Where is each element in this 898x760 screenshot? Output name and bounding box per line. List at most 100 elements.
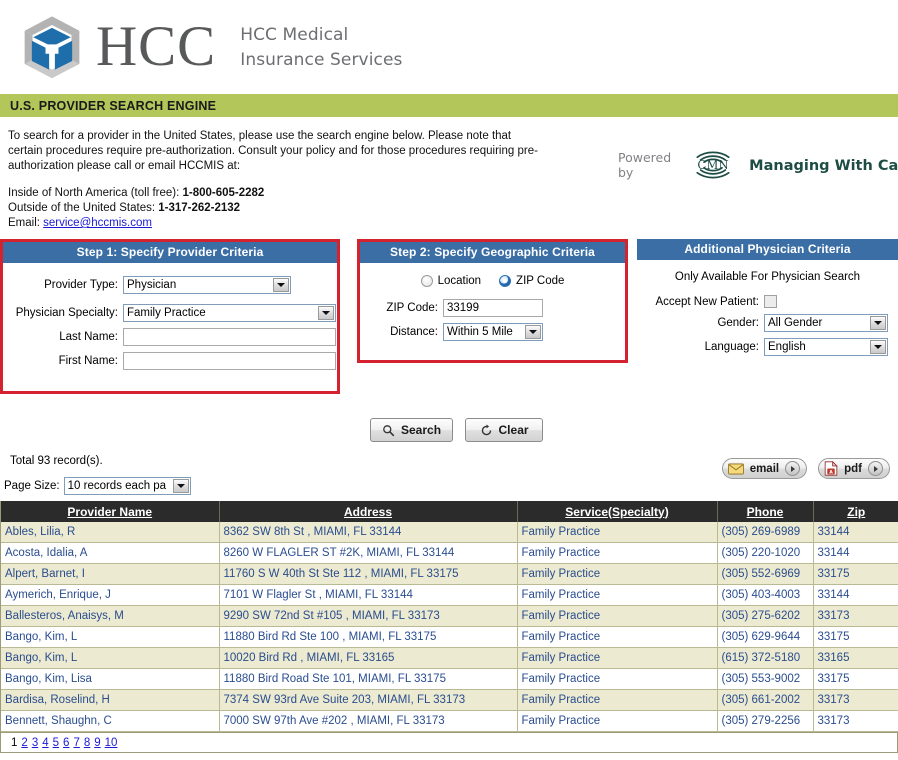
- page-link-5[interactable]: 5: [53, 737, 59, 749]
- additional-form: Accept New Patient: Gender: All Gender L…: [637, 283, 898, 356]
- cell-phone: (615) 372-5180: [717, 647, 814, 669]
- results-section: Total 93 record(s). email A pdf Page Siz…: [0, 455, 898, 753]
- cell-zip: 33175: [813, 563, 898, 585]
- column-header-zip[interactable]: Zip: [813, 501, 898, 522]
- table-row[interactable]: Bennett, Shaughn, C 7000 SW 97th Ave #202…: [1, 710, 898, 732]
- page-header: HCC HCC Medical Insurance Services: [0, 0, 898, 92]
- language-row: Language: English: [637, 338, 898, 356]
- table-row[interactable]: Ables, Lilia, R 8362 SW 8th St , MIAMI, F…: [1, 522, 898, 543]
- page-link-2[interactable]: 2: [21, 737, 27, 749]
- cell-service-specialty: Family Practice: [517, 605, 718, 627]
- accept-new-patient-row: Accept New Patient:: [637, 295, 898, 308]
- distance-value: Within 5 Mile: [447, 326, 513, 338]
- radio-zip-icon[interactable]: [499, 275, 512, 287]
- language-select[interactable]: English: [764, 338, 888, 356]
- chevron-down-icon[interactable]: [318, 306, 334, 320]
- gender-row: Gender: All Gender: [637, 314, 898, 332]
- page-link-9[interactable]: 9: [94, 737, 100, 749]
- radio-location-icon[interactable]: [420, 275, 433, 287]
- table-row[interactable]: Bango, Kim, L 10020 Bird Rd , MIAMI, FL 3…: [1, 647, 898, 669]
- cell-zip: 33144: [813, 542, 898, 564]
- chevron-down-icon[interactable]: [870, 340, 886, 354]
- table-row[interactable]: Bango, Kim, Lisa 11880 Bird Road Ste 101,…: [1, 668, 898, 690]
- page-size-select[interactable]: 10 records each pa: [63, 477, 191, 495]
- cell-provider-name[interactable]: Bardisa, Roselind, H: [1, 689, 220, 711]
- zip-input[interactable]: 33199: [443, 299, 543, 317]
- cell-provider-name[interactable]: Ballesteros, Anaisys, M: [1, 605, 220, 627]
- page-link-4[interactable]: 4: [42, 737, 48, 749]
- specialty-row: Physician Specialty: Family Practice: [3, 304, 337, 322]
- column-header-service-specialty[interactable]: Service(Specialty): [517, 501, 718, 522]
- accept-new-patient-label: Accept New Patient:: [655, 295, 759, 308]
- provider-type-label: Provider Type:: [44, 279, 118, 291]
- brand-subtitle-line1: HCC Medical: [240, 25, 349, 46]
- powered-by-label: Powered by: [618, 150, 672, 180]
- cell-address: 7101 W Flagler St , MIAMI, FL 33144: [219, 584, 518, 606]
- cell-address: 8362 SW 8th St , MIAMI, FL 33144: [219, 522, 518, 543]
- cell-provider-name[interactable]: Ables, Lilia, R: [1, 522, 220, 543]
- search-button[interactable]: Search: [370, 418, 454, 442]
- chevron-down-icon[interactable]: [273, 278, 289, 292]
- contact-inside-value: 1-800-605-2282: [182, 187, 265, 199]
- table-row[interactable]: Ballesteros, Anaisys, M 9290 SW 72nd St #…: [1, 605, 898, 627]
- page-link-8[interactable]: 8: [84, 737, 90, 749]
- cell-provider-name[interactable]: Bango, Kim, L: [1, 647, 220, 669]
- additional-criteria-panel: Additional Physician Criteria Only Avail…: [637, 239, 898, 363]
- column-header-phone[interactable]: Phone: [717, 501, 814, 522]
- cell-phone: (305) 279-2256: [717, 710, 814, 732]
- pdf-export-label: pdf: [844, 462, 862, 475]
- brand-subtitle: HCC Medical Insurance Services: [240, 23, 402, 72]
- table-row[interactable]: Bango, Kim, L 11880 Bird Rd Ste 100 , MIA…: [1, 626, 898, 648]
- distance-select[interactable]: Within 5 Mile: [443, 323, 543, 341]
- email-export-button[interactable]: email: [721, 458, 808, 479]
- intro-section: To search for a provider in the United S…: [0, 117, 898, 239]
- gender-select[interactable]: All Gender: [764, 314, 888, 332]
- pdf-file-icon: A: [824, 461, 838, 476]
- first-name-input[interactable]: [123, 352, 336, 370]
- cell-service-specialty: Family Practice: [517, 647, 718, 669]
- cell-provider-name[interactable]: Aymerich, Enrique, J: [1, 584, 220, 606]
- contact-outside-label: Outside of the United States:: [8, 202, 159, 214]
- cell-provider-name[interactable]: Bango, Kim, Lisa: [1, 668, 220, 690]
- step1-form: Provider Type: Physician Physician Speci…: [3, 263, 337, 370]
- clear-button[interactable]: Clear: [465, 418, 544, 442]
- section-banner: U.S. PROVIDER SEARCH ENGINE: [0, 92, 898, 117]
- page-link-7[interactable]: 7: [73, 737, 79, 749]
- column-header-address[interactable]: Address: [219, 501, 518, 522]
- distance-label: Distance:: [390, 326, 438, 338]
- table-row[interactable]: Acosta, Idalia, A 8260 W FLAGLER ST #2K, …: [1, 542, 898, 564]
- page-link-3[interactable]: 3: [32, 737, 38, 749]
- table-row[interactable]: Bardisa, Roselind, H 7374 SW 93rd Ave Sui…: [1, 689, 898, 711]
- page-size-value: 10 records each pa: [67, 480, 167, 492]
- accept-new-patient-checkbox[interactable]: [764, 295, 777, 308]
- cell-provider-name[interactable]: Alpert, Barnet, I: [1, 563, 220, 585]
- cell-provider-name[interactable]: Bennett, Shaughn, C: [1, 710, 220, 732]
- radio-location[interactable]: Location: [420, 275, 481, 287]
- last-name-input[interactable]: [123, 328, 336, 346]
- cell-address: 8260 W FLAGLER ST #2K, MIAMI, FL 33144: [219, 542, 518, 564]
- page-link-10[interactable]: 10: [105, 737, 118, 749]
- search-actions: Search Clear: [370, 418, 544, 442]
- last-name-label: Last Name:: [59, 331, 118, 343]
- provider-type-select[interactable]: Physician: [123, 276, 291, 294]
- specialty-label: Physician Specialty:: [15, 307, 118, 319]
- table-row[interactable]: Alpert, Barnet, I 11760 S W 40th St Ste 1…: [1, 563, 898, 585]
- specialty-select[interactable]: Family Practice: [123, 304, 336, 322]
- chevron-down-icon[interactable]: [870, 316, 886, 330]
- gender-value: All Gender: [768, 317, 823, 329]
- intro-paragraph: To search for a provider in the United S…: [8, 130, 538, 172]
- zip-label: ZIP Code:: [386, 302, 438, 314]
- cell-provider-name[interactable]: Acosta, Idalia, A: [1, 542, 220, 564]
- chevron-down-icon[interactable]: [172, 479, 189, 493]
- contact-email-label: Email:: [8, 217, 44, 229]
- support-email-link[interactable]: service@hccmis.com: [43, 217, 152, 229]
- pdf-export-button[interactable]: A pdf: [818, 458, 890, 479]
- page-link-6[interactable]: 6: [63, 737, 69, 749]
- chevron-down-icon[interactable]: [525, 325, 541, 339]
- column-header-provider-name[interactable]: Provider Name: [1, 501, 220, 522]
- table-row[interactable]: Aymerich, Enrique, J 7101 W Flagler St , …: [1, 584, 898, 606]
- radio-zip[interactable]: ZIP Code: [499, 275, 564, 287]
- contact-email: Email: service@hccmis.com: [8, 216, 548, 231]
- cell-provider-name[interactable]: Bango, Kim, L: [1, 626, 220, 648]
- mwc-brand-text: Managing With Care: [749, 157, 898, 174]
